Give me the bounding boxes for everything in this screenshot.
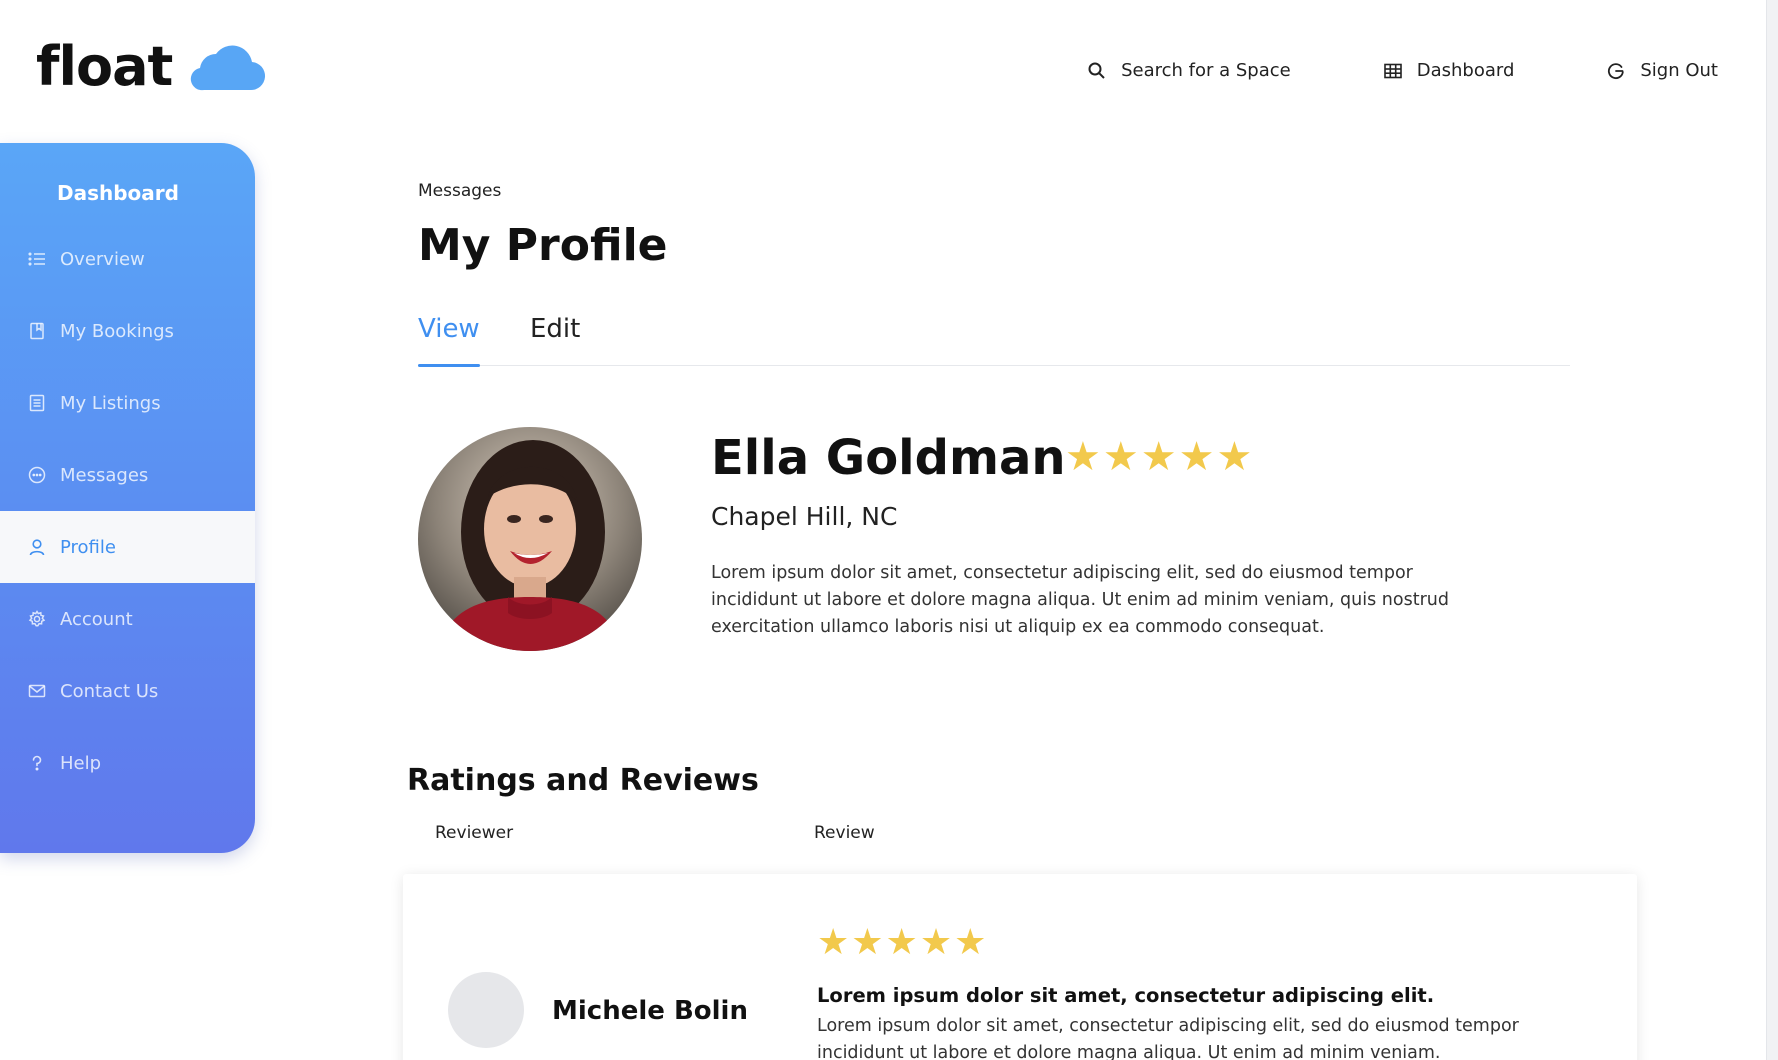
review-headline: Lorem ipsum dolor sit amet, consectetur … bbox=[817, 984, 1435, 1007]
sidebar-item-my-listings[interactable]: My Listings bbox=[0, 367, 255, 439]
sidebar-item-label: Account bbox=[60, 608, 133, 630]
sidebar-item-help[interactable]: Help bbox=[0, 727, 255, 799]
sidebar-item-label: Contact Us bbox=[60, 680, 159, 702]
profile-tabs: View Edit bbox=[418, 314, 1570, 367]
dashboard-nav-label: Dashboard bbox=[1416, 60, 1515, 81]
reviews-section-title: Ratings and Reviews bbox=[407, 763, 759, 798]
reviewer-column-header: Reviewer bbox=[435, 823, 514, 843]
cloud-icon bbox=[191, 45, 266, 91]
reviewer-name[interactable]: Michele Bolin bbox=[552, 996, 748, 1026]
question-icon bbox=[32, 755, 42, 771]
sidebar-item-label: Overview bbox=[60, 248, 145, 270]
top-nav: Search for a Space Dashboard Sign Out bbox=[1087, 60, 1718, 81]
user-icon bbox=[29, 539, 45, 556]
review-column-header: Review bbox=[814, 823, 875, 843]
tab-view[interactable]: View bbox=[418, 314, 480, 367]
chat-icon bbox=[28, 466, 46, 484]
sidebar-item-profile[interactable]: Profile bbox=[0, 511, 255, 583]
logo[interactable]: float bbox=[36, 40, 266, 94]
sidebar-item-label: Profile bbox=[60, 536, 116, 558]
profile-bio: Lorem ipsum dolor sit amet, consectetur … bbox=[711, 563, 1449, 637]
profile-name: Ella Goldman bbox=[711, 430, 1066, 486]
review-card: Michele Bolin ★★★★★ Lorem ipsum dolor si… bbox=[403, 874, 1637, 1060]
sidebar-item-contact-us[interactable]: Contact Us bbox=[0, 655, 255, 727]
dashboard-nav-link[interactable]: Dashboard bbox=[1383, 60, 1515, 81]
profile-rating-stars: ★★★★★ bbox=[1065, 434, 1255, 480]
grid-icon bbox=[1383, 63, 1402, 78]
mail-icon bbox=[28, 684, 46, 698]
search-nav-label: Search for a Space bbox=[1121, 60, 1291, 81]
logo-text: float bbox=[36, 35, 173, 98]
power-icon bbox=[1608, 62, 1625, 79]
review-text: Lorem ipsum dolor sit amet, consectetur … bbox=[817, 1016, 1519, 1060]
sidebar: Dashboard Overview My Bookings My Listin… bbox=[0, 143, 255, 853]
gear-icon bbox=[28, 610, 46, 627]
sign-out-label: Sign Out bbox=[1640, 60, 1718, 81]
search-nav-link[interactable]: Search for a Space bbox=[1087, 60, 1291, 81]
sidebar-item-overview[interactable]: Overview bbox=[0, 223, 255, 295]
search-icon bbox=[1088, 62, 1105, 79]
review-rating-stars: ★★★★★ bbox=[817, 922, 989, 963]
list-icon bbox=[28, 252, 45, 266]
profile-photo bbox=[418, 427, 642, 651]
sidebar-item-label: My Bookings bbox=[60, 320, 174, 342]
sidebar-item-label: Help bbox=[60, 752, 102, 774]
sidebar-item-account[interactable]: Account bbox=[0, 583, 255, 655]
document-icon bbox=[29, 394, 45, 412]
tab-edit[interactable]: Edit bbox=[530, 314, 580, 366]
avatar[interactable] bbox=[448, 972, 524, 1048]
sidebar-item-my-bookings[interactable]: My Bookings bbox=[0, 295, 255, 367]
sidebar-title: Dashboard bbox=[57, 181, 179, 205]
sidebar-item-messages[interactable]: Messages bbox=[0, 439, 255, 511]
sidebar-item-label: My Listings bbox=[60, 392, 161, 414]
bookmark-icon bbox=[30, 322, 44, 340]
breadcrumb[interactable]: Messages bbox=[418, 181, 501, 201]
page-scrollbar[interactable] bbox=[1766, 0, 1778, 1060]
sign-out-link[interactable]: Sign Out bbox=[1606, 60, 1718, 81]
sidebar-item-label: Messages bbox=[60, 464, 149, 486]
page-title: My Profile bbox=[418, 220, 668, 271]
profile-location: Chapel Hill, NC bbox=[711, 502, 898, 531]
